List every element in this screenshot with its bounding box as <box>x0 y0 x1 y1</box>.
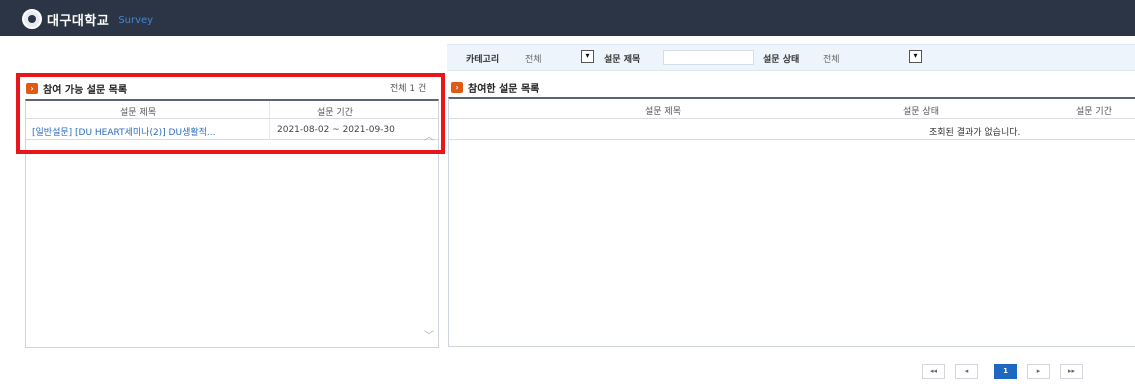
participated-list-header: 설문 제목 설문 상태 설문 기간 <box>449 99 1135 119</box>
participated-surveys-title: 참여한 설문 목록 <box>468 84 540 95</box>
column-header-status: 설문 상태 <box>903 107 939 117</box>
category-select[interactable]: 전체 <box>525 52 542 65</box>
status-dropdown-icon[interactable]: ▾ <box>909 50 922 63</box>
status-label: 설문 상태 <box>763 55 800 65</box>
scroll-down-icon[interactable]: ﹀ <box>424 327 434 342</box>
participated-surveys-heading: › 참여한 설문 목록 <box>451 80 539 95</box>
page-1-button[interactable]: 1 <box>994 364 1017 379</box>
status-select[interactable]: 전체 <box>823 52 840 65</box>
first-page-button[interactable]: ◂◂ <box>922 364 945 379</box>
title-label: 설문 제목 <box>604 55 641 65</box>
logo-subtitle: Survey <box>118 15 154 26</box>
next-page-button[interactable]: ▸ <box>1027 364 1050 379</box>
category-label: 카테고리 <box>466 55 500 65</box>
column-header-period: 설문 기간 <box>1076 107 1112 117</box>
empty-row: 조회된 결과가 없습니다. <box>449 120 1135 140</box>
prev-page-button[interactable]: ◂ <box>955 364 978 379</box>
category-dropdown-icon[interactable]: ▾ <box>581 50 594 63</box>
last-page-button[interactable]: ▸▸ <box>1060 364 1083 379</box>
filter-bar: 카테고리 전체 ▾ 설문 제목 설문 상태 전체 ▾ <box>447 44 1135 71</box>
participated-surveys-list: 설문 제목 설문 상태 설문 기간 조회된 결과가 없습니다. <box>448 97 1135 347</box>
arrow-bullet-icon: › <box>451 82 463 93</box>
top-navigation-bar: 대구대학교 Survey <box>0 0 1135 36</box>
title-search-input[interactable] <box>663 50 754 65</box>
logo-text: 대구대학교 <box>47 13 110 29</box>
emblem-icon <box>22 9 42 29</box>
highlight-box <box>16 73 445 154</box>
university-logo[interactable]: 대구대학교 Survey <box>22 9 153 29</box>
empty-message: 조회된 결과가 없습니다. <box>929 128 1021 138</box>
column-header-title: 설문 제목 <box>645 107 681 117</box>
